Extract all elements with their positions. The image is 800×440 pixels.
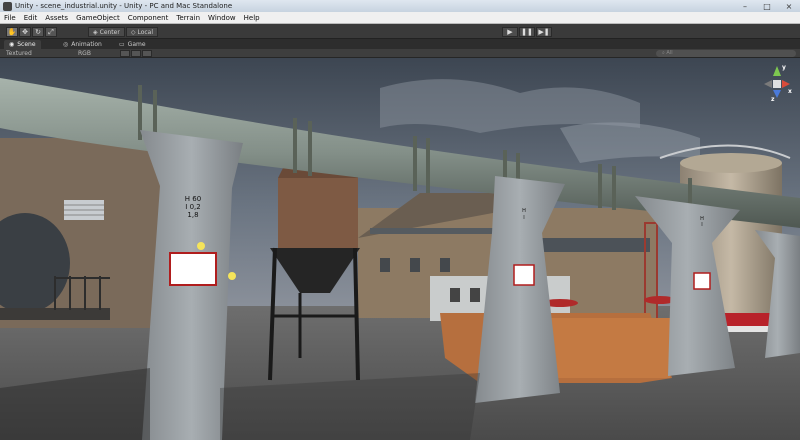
step-button[interactable]: ▶❚	[536, 27, 552, 37]
sign-left-line-2: I 0,2	[185, 203, 201, 211]
game-tab-icon: ▭	[119, 41, 125, 48]
axis-gizmo-icon	[764, 66, 790, 98]
tab-scene[interactable]: ◉ Scene	[4, 40, 41, 49]
scene-viewport[interactable]: H 60 I 0,2 1,8 H I H I y x z	[0, 58, 800, 440]
pivot-label: Center	[99, 28, 120, 36]
menu-file[interactable]: File	[0, 14, 20, 22]
menu-bar: File Edit Assets GameObject Component Te…	[0, 12, 800, 24]
menu-window[interactable]: Window	[204, 14, 240, 22]
menu-help[interactable]: Help	[240, 14, 264, 22]
animation-tab-icon: ◎	[63, 41, 69, 48]
close-button[interactable]: ×	[778, 0, 800, 12]
unity-logo-icon	[3, 1, 12, 11]
sign-right	[693, 272, 711, 290]
pause-button[interactable]: ❚❚	[519, 27, 535, 37]
light-gizmo-icon	[197, 242, 205, 250]
sign-middle-text: H I	[514, 208, 534, 222]
window-title: Unity - scene_industrial.unity - Unity -…	[15, 2, 233, 10]
sign-left	[169, 252, 217, 286]
scene-tab-icon: ◉	[9, 41, 15, 48]
scene-render	[0, 58, 800, 440]
rusty-hopper	[278, 178, 358, 248]
sign-left-line-3: 1,8	[187, 211, 199, 219]
menu-component[interactable]: Component	[124, 14, 173, 22]
play-button[interactable]: ▶	[502, 27, 518, 37]
scene-search-input[interactable]: ⌕ All	[656, 50, 796, 57]
local-label: Local	[137, 28, 154, 36]
local-icon: ◇	[130, 28, 136, 36]
hand-icon[interactable]: ✋	[6, 27, 18, 37]
tab-game[interactable]: ▭ Game	[114, 40, 151, 49]
light-gizmo-icon	[228, 272, 236, 280]
maximize-button[interactable]: □	[756, 0, 778, 12]
sign-middle-line-2: I	[523, 215, 525, 221]
minimize-button[interactable]: –	[734, 0, 756, 12]
title-bar: Unity - scene_industrial.unity - Unity -…	[0, 0, 800, 12]
scene-toolbar: Textured RGB ⌕ All	[0, 49, 800, 58]
sign-left-line-1: H 60	[184, 195, 202, 203]
tab-game-label: Game	[127, 41, 146, 48]
menu-edit[interactable]: Edit	[20, 14, 42, 22]
gizmo-z-label: z	[771, 96, 775, 103]
sign-middle-line-1: H	[522, 208, 526, 214]
pivot-icon: ◈	[93, 28, 98, 36]
tab-animation[interactable]: ◎ Animation	[58, 40, 107, 49]
sign-right-text: H I	[694, 216, 710, 228]
menu-gameobject[interactable]: GameObject	[72, 14, 124, 22]
audio-toggle[interactable]	[142, 50, 152, 57]
move-icon[interactable]: ✥	[19, 27, 31, 37]
gizmo-x-label: x	[788, 88, 792, 95]
sign-right-line-2: I	[701, 222, 703, 228]
pivot-center-button[interactable]: ◈ Center	[88, 27, 125, 37]
view-tab-bar: ◉ Scene ◎ Animation ▭ Game	[0, 39, 800, 49]
sign-left-text: H 60 I 0,2 1,8	[170, 195, 216, 219]
gizmo-y-label: y	[782, 64, 786, 71]
main-toolbar: ✋ ✥ ↻ ⤢ ◈ Center ◇ Local ▶ ❚❚ ▶❚	[0, 24, 800, 39]
color-mode-dropdown[interactable]: RGB	[78, 50, 91, 57]
rotate-icon[interactable]: ↻	[32, 27, 44, 37]
orientation-gizmo[interactable]: y x z	[760, 64, 794, 104]
tab-animation-label: Animation	[71, 41, 102, 48]
search-placeholder: All	[666, 50, 673, 56]
scale-icon[interactable]: ⤢	[45, 27, 57, 37]
menu-terrain[interactable]: Terrain	[172, 14, 204, 22]
pivot-local-button[interactable]: ◇ Local	[125, 27, 159, 37]
menu-assets[interactable]: Assets	[41, 14, 72, 22]
effects-toggle[interactable]	[131, 50, 141, 57]
tab-scene-label: Scene	[17, 41, 36, 48]
sign-middle	[513, 264, 535, 286]
render-mode-dropdown[interactable]: Textured	[6, 50, 32, 57]
lighting-toggle[interactable]	[120, 50, 130, 57]
